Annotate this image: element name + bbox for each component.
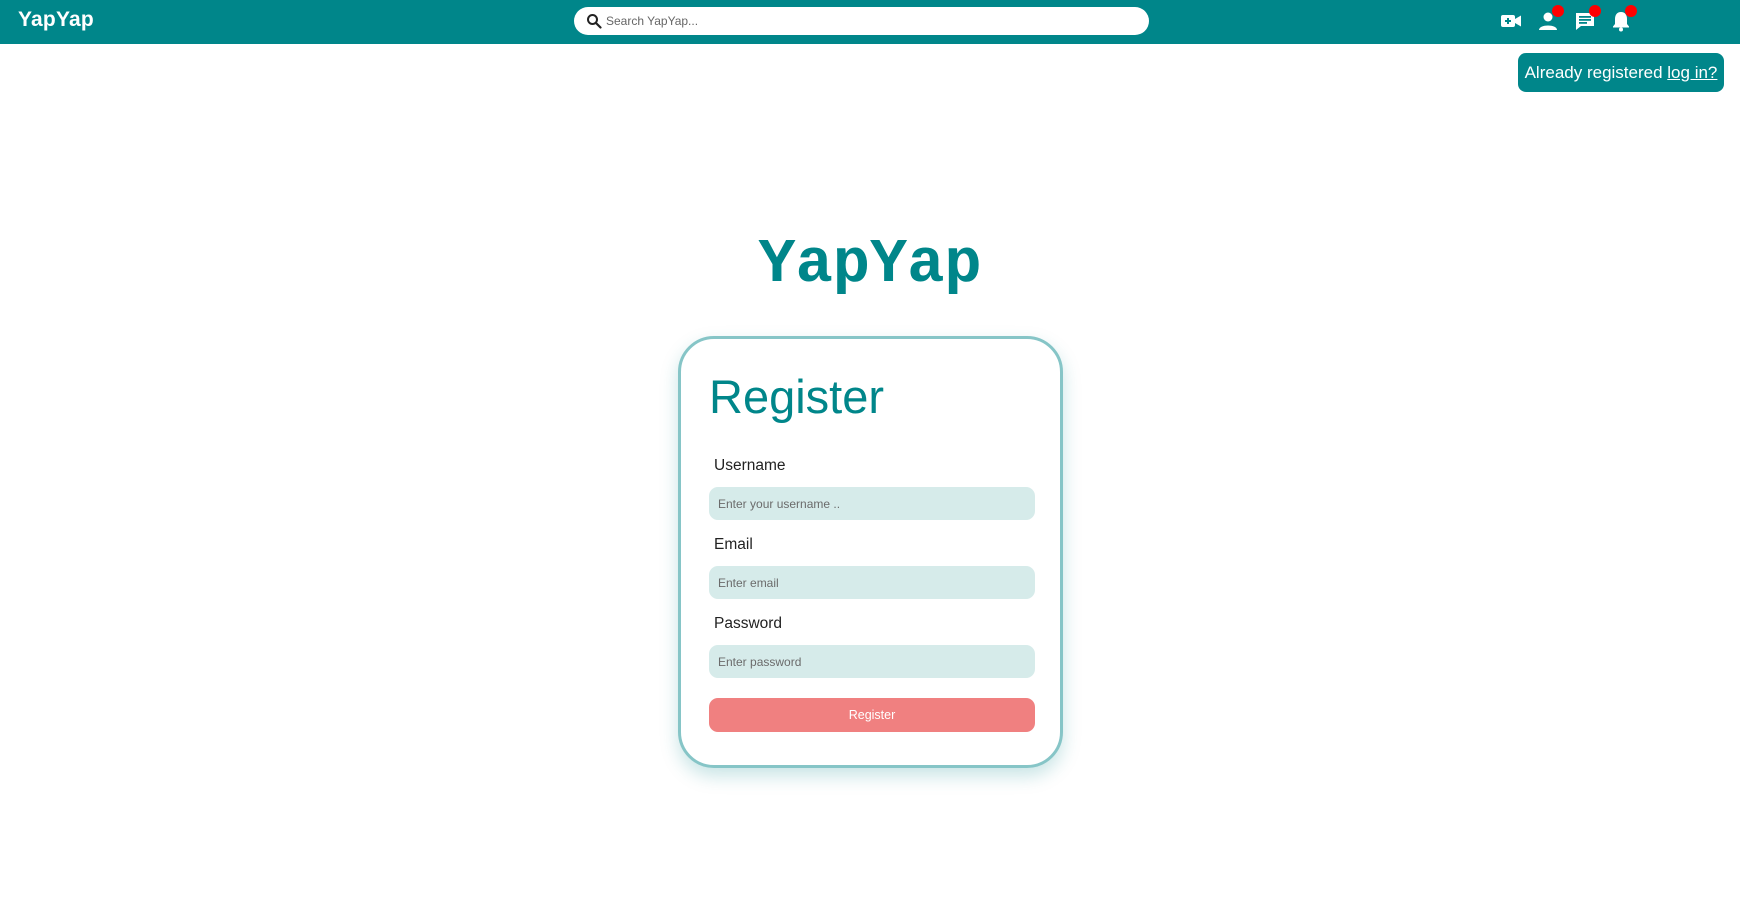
messages-button[interactable]: [1572, 5, 1601, 34]
video-call-icon: [1501, 15, 1521, 27]
register-card: Register Username Email Password Registe…: [678, 336, 1063, 768]
password-input[interactable]: [709, 645, 1035, 678]
form-title: Register: [709, 370, 885, 423]
email-label: Email: [714, 536, 753, 553]
notification-badge: [1589, 5, 1601, 17]
search-bar[interactable]: [574, 7, 1149, 35]
notification-badge: [1625, 5, 1637, 17]
friends-button[interactable]: [1535, 5, 1564, 34]
username-input[interactable]: [709, 487, 1035, 520]
brand-logo[interactable]: YapYap: [18, 8, 94, 32]
email-input[interactable]: [709, 566, 1035, 599]
video-call-button[interactable]: [1498, 8, 1524, 34]
login-link[interactable]: log in?: [1667, 63, 1717, 82]
register-button[interactable]: Register: [709, 698, 1035, 732]
search-input[interactable]: [602, 7, 1142, 35]
login-prompt: Already registered log in?: [1518, 53, 1724, 92]
notification-badge: [1552, 5, 1564, 17]
login-prompt-text: Already registered: [1524, 63, 1668, 82]
username-label: Username: [714, 457, 786, 474]
notifications-button[interactable]: [1608, 5, 1637, 34]
search-icon: [586, 13, 602, 29]
password-label: Password: [714, 615, 783, 632]
app-logo: YapYap: [758, 229, 982, 300]
top-navbar: YapYap: [0, 0, 1740, 44]
